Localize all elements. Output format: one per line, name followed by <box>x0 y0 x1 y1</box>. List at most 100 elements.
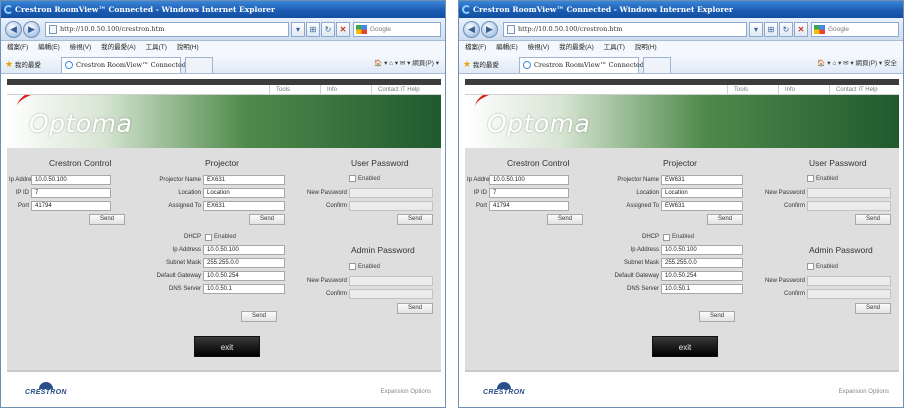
user-password-send-button[interactable]: Send <box>855 214 891 225</box>
forward-arrow-icon[interactable]: ▶ <box>23 21 40 38</box>
admin-password-send-button[interactable]: Send <box>855 303 891 314</box>
browser-tab[interactable]: Crestron RoomView™ Connected <box>519 57 644 73</box>
menu-edit[interactable]: 編輯(E) <box>496 44 518 51</box>
projector-send-button[interactable]: Send <box>249 214 285 225</box>
admin-confirm-input[interactable] <box>349 289 433 299</box>
assigned-to-input[interactable]: EX631 <box>203 201 285 211</box>
admin-password-checkbox[interactable] <box>807 263 814 270</box>
user-new-password-input[interactable] <box>807 188 891 198</box>
command-bar[interactable]: 🏠 ▾ ⌂ ▾ ✉ ▾ 網頁(P) ▾ 安全 <box>817 58 897 70</box>
refresh-icon[interactable]: ↻ <box>779 22 793 37</box>
dns-server-input[interactable]: 10.0.50.1 <box>203 284 285 294</box>
menu-tools[interactable]: 工具(T) <box>146 44 167 51</box>
admin-confirm-input[interactable] <box>807 289 891 299</box>
admin-new-password-input[interactable] <box>349 276 433 286</box>
subnet-mask-input[interactable]: 255.255.0.0 <box>203 258 285 268</box>
location-label: Location <box>178 190 201 196</box>
address-bar[interactable]: http://10.0.50.100/crestron.htm <box>45 22 289 37</box>
default-gateway-input[interactable]: 10.0.50.254 <box>203 271 285 281</box>
menu-help[interactable]: 說明(H) <box>177 44 199 51</box>
network-send-button[interactable]: Send <box>241 311 277 322</box>
menu-view[interactable]: 檢視(V) <box>70 44 92 51</box>
network-send-button[interactable]: Send <box>699 311 735 322</box>
menu-tools[interactable]: 工具(T) <box>604 44 625 51</box>
compat-view-icon[interactable]: ⊞ <box>764 22 778 37</box>
location-input[interactable]: Location <box>661 188 743 198</box>
projector-ip-input[interactable]: 10.0.50.100 <box>203 245 285 255</box>
address-bar[interactable]: http://10.0.50.100/crestron.htm <box>503 22 747 37</box>
exit-button[interactable]: exit <box>194 336 260 357</box>
forward-arrow-icon[interactable]: ▶ <box>481 21 498 38</box>
menu-help[interactable]: 說明(H) <box>635 44 657 51</box>
search-input[interactable]: Google <box>811 22 899 37</box>
link-info[interactable]: Info <box>320 85 337 95</box>
crestron-ip-address-input[interactable]: 10.0.50.100 <box>31 175 111 185</box>
star-icon: ★ <box>5 59 14 69</box>
crestron-send-button[interactable]: Send <box>547 214 583 225</box>
menu-file[interactable]: 檔案(F) <box>7 44 28 51</box>
dhcp-checkbox[interactable] <box>205 234 212 241</box>
projector-heading: Projector <box>205 158 240 168</box>
user-password-send-button[interactable]: Send <box>397 214 433 225</box>
search-input[interactable]: Google <box>353 22 441 37</box>
projector-send-button[interactable]: Send <box>707 214 743 225</box>
menu-edit[interactable]: 編輯(E) <box>38 44 60 51</box>
stop-icon[interactable]: ✕ <box>336 22 350 37</box>
link-tools[interactable]: Tools <box>269 85 290 95</box>
admin-password-checkbox[interactable] <box>349 263 356 270</box>
command-bar[interactable]: 🏠 ▾ ⌂ ▾ ✉ ▾ 網頁(P) ▾ <box>374 58 439 70</box>
new-tab-button[interactable] <box>643 57 671 73</box>
default-gateway-input[interactable]: 10.0.50.254 <box>661 271 743 281</box>
menu-favorites[interactable]: 我的最愛(A) <box>559 44 594 51</box>
browser-tab[interactable]: Crestron RoomView™ Connected <box>61 57 186 73</box>
link-contact-it-help[interactable]: Contact IT Help <box>829 85 878 95</box>
user-password-checkbox[interactable] <box>349 175 356 182</box>
brand-banner: Optoma <box>7 95 441 148</box>
dhcp-checkbox[interactable] <box>663 234 670 241</box>
new-tab-button[interactable] <box>185 57 213 73</box>
crestron-send-button[interactable]: Send <box>89 214 125 225</box>
crestron-port-input[interactable]: 41794 <box>31 201 111 211</box>
compat-view-icon[interactable]: ⊞ <box>306 22 320 37</box>
location-input[interactable]: Location <box>203 188 285 198</box>
user-confirm-input[interactable] <box>349 201 433 211</box>
assigned-to-input[interactable]: EW631 <box>661 201 743 211</box>
crestron-ip-id-input[interactable]: 7 <box>31 188 111 198</box>
port-label: Port <box>475 203 487 209</box>
home-icon[interactable]: 🏠 <box>817 60 825 67</box>
menu-file[interactable]: 檔案(F) <box>465 44 486 51</box>
admin-password-send-button[interactable]: Send <box>397 303 433 314</box>
user-password-checkbox[interactable] <box>807 175 814 182</box>
address-dropdown-icon[interactable]: ▾ <box>291 22 305 37</box>
exit-button[interactable]: exit <box>652 336 718 357</box>
expansion-options-link[interactable]: Expansion Options <box>381 389 431 395</box>
refresh-icon[interactable]: ↻ <box>321 22 335 37</box>
dns-server-input[interactable]: 10.0.50.1 <box>661 284 743 294</box>
crestron-ip-id-input[interactable]: 7 <box>489 188 569 198</box>
expansion-options-link[interactable]: Expansion Options <box>839 389 889 395</box>
link-info[interactable]: Info <box>778 85 795 95</box>
back-arrow-icon[interactable]: ◀ <box>5 21 22 38</box>
projector-name-label: Projector Name <box>617 177 659 183</box>
address-dropdown-icon[interactable]: ▾ <box>749 22 763 37</box>
user-confirm-input[interactable] <box>807 201 891 211</box>
crestron-ip-address-input[interactable]: 10.0.50.100 <box>489 175 569 185</box>
dhcp-enabled-label: Enabled <box>672 234 695 240</box>
stop-icon[interactable]: ✕ <box>794 22 808 37</box>
crestron-port-input[interactable]: 41794 <box>489 201 569 211</box>
user-new-password-input[interactable] <box>349 188 433 198</box>
menu-favorites[interactable]: 我的最愛(A) <box>101 44 136 51</box>
back-arrow-icon[interactable]: ◀ <box>463 21 480 38</box>
link-tools[interactable]: Tools <box>727 85 748 95</box>
projector-name-input[interactable]: EW631 <box>661 175 743 185</box>
favorites-button[interactable]: ★ 我的最愛 <box>463 58 499 72</box>
favorites-button[interactable]: ★ 我的最愛 <box>5 58 41 72</box>
projector-name-input[interactable]: EX631 <box>203 175 285 185</box>
projector-ip-input[interactable]: 10.0.50.100 <box>661 245 743 255</box>
subnet-mask-input[interactable]: 255.255.0.0 <box>661 258 743 268</box>
menu-view[interactable]: 檢視(V) <box>528 44 550 51</box>
address-url: http://10.0.50.100/crestron.htm <box>518 25 623 33</box>
link-contact-it-help[interactable]: Contact IT Help <box>371 85 420 95</box>
home-icon[interactable]: 🏠 <box>374 60 382 67</box>
admin-new-password-input[interactable] <box>807 276 891 286</box>
